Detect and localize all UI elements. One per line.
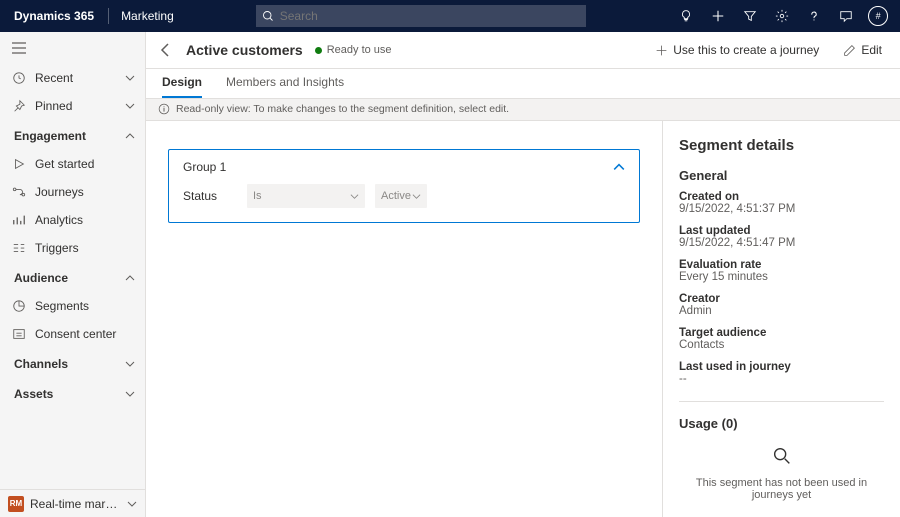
edit-button[interactable]: Edit — [837, 43, 888, 57]
sidebar-item-label: Recent — [35, 71, 116, 85]
designer-canvas: Group 1 Status Is Active — [146, 121, 662, 517]
sidebar-item-label: Get started — [35, 157, 135, 171]
field-creator: CreatorAdmin — [679, 293, 884, 317]
details-general-heading: General — [679, 168, 884, 183]
status-dot-icon — [315, 47, 322, 54]
group-card: Group 1 Status Is Active — [168, 149, 640, 223]
sidebar-item-get-started[interactable]: Get started — [0, 150, 145, 178]
search-icon — [262, 10, 274, 22]
chevron-down-icon — [125, 389, 135, 399]
sidebar-section-channels[interactable]: Channels — [0, 350, 145, 378]
tab-design[interactable]: Design — [162, 69, 202, 98]
status-badge: Ready to use — [315, 44, 392, 56]
chat-icon[interactable] — [830, 0, 862, 32]
sidebar-item-journeys[interactable]: Journeys — [0, 178, 145, 206]
usage-heading: Usage (0) — [679, 401, 884, 431]
triggers-icon — [12, 241, 26, 255]
analytics-icon — [12, 213, 26, 227]
lightbulb-icon[interactable] — [670, 0, 702, 32]
gear-icon[interactable] — [766, 0, 798, 32]
info-icon — [158, 103, 170, 115]
group-label: Group 1 — [183, 160, 613, 174]
chevron-down-icon — [125, 359, 135, 369]
sidebar-item-label: Journeys — [35, 185, 135, 199]
play-icon — [12, 157, 26, 171]
sidebar-item-consent-center[interactable]: Consent center — [0, 320, 145, 348]
chevron-up-icon — [125, 131, 135, 141]
chevron-down-icon — [412, 192, 421, 201]
sidebar-item-label: Consent center — [35, 327, 135, 341]
topbar-actions: # — [670, 0, 894, 32]
chevron-down-icon — [125, 73, 135, 83]
segments-icon — [12, 299, 26, 313]
profile-avatar[interactable]: # — [862, 0, 894, 32]
search-input[interactable] — [280, 9, 580, 23]
infobar-text: Read-only view: To make changes to the s… — [176, 103, 509, 115]
operator-dropdown[interactable]: Is — [247, 184, 365, 208]
journey-icon — [12, 185, 26, 199]
value-dropdown[interactable]: Active — [375, 184, 427, 208]
page-title: Active customers — [186, 42, 303, 58]
back-button[interactable] — [158, 42, 174, 58]
sidebar-section-engagement[interactable]: Engagement — [0, 122, 145, 150]
field-created-on: Created on9/15/2022, 4:51:37 PM — [679, 191, 884, 215]
field-last-used: Last used in journey-- — [679, 361, 884, 385]
usage-empty-state: This segment has not been used in journe… — [679, 445, 884, 501]
topbar: Dynamics 365 Marketing # — [0, 0, 900, 32]
sidebar-item-analytics[interactable]: Analytics — [0, 206, 145, 234]
field-target-audience: Target audienceContacts — [679, 327, 884, 351]
sidebar-item-label: Triggers — [35, 241, 135, 255]
area-switcher[interactable]: RM Real-time marketi... — [0, 489, 145, 517]
clock-icon — [12, 71, 26, 85]
tabs: Design Members and Insights — [146, 69, 900, 99]
chevron-down-icon — [125, 101, 135, 111]
sidebar-item-recent[interactable]: Recent — [0, 64, 145, 92]
pencil-icon — [843, 44, 856, 57]
hamburger-icon[interactable] — [0, 32, 145, 64]
global-search[interactable] — [256, 5, 586, 27]
chevron-down-icon — [127, 499, 137, 509]
area-badge: RM — [8, 496, 24, 512]
chevron-down-icon — [350, 192, 359, 201]
condition-attribute: Status — [183, 189, 237, 203]
sidebar-section-assets[interactable]: Assets — [0, 380, 145, 408]
area-label: Real-time marketi... — [30, 497, 121, 511]
page-header: Active customers Ready to use Use this t… — [146, 32, 900, 69]
plus-icon — [655, 44, 668, 57]
condition-row: Status Is Active — [183, 184, 625, 208]
app-area[interactable]: Marketing — [109, 9, 186, 23]
details-title: Segment details — [679, 137, 884, 154]
plus-icon[interactable] — [702, 0, 734, 32]
sidebar-item-triggers[interactable]: Triggers — [0, 234, 145, 262]
sidebar-item-label: Segments — [35, 299, 135, 313]
sidebar-item-label: Pinned — [35, 99, 116, 113]
create-journey-button[interactable]: Use this to create a journey — [649, 43, 825, 57]
sidebar-item-label: Analytics — [35, 213, 135, 227]
help-icon[interactable] — [798, 0, 830, 32]
sidebar-item-segments[interactable]: Segments — [0, 292, 145, 320]
sidebar: Recent Pinned Engagement Get started Jou… — [0, 32, 146, 517]
details-panel: Segment details General Created on9/15/2… — [662, 121, 900, 517]
search-icon — [679, 445, 884, 467]
sidebar-section-audience[interactable]: Audience — [0, 264, 145, 292]
infobar: Read-only view: To make changes to the s… — [146, 99, 900, 121]
tab-members[interactable]: Members and Insights — [226, 69, 344, 98]
brand[interactable]: Dynamics 365 — [0, 9, 108, 23]
chevron-up-icon — [125, 273, 135, 283]
collapse-group-button[interactable] — [613, 161, 625, 173]
sidebar-item-pinned[interactable]: Pinned — [0, 92, 145, 120]
pin-icon — [12, 99, 26, 113]
field-evaluation-rate: Evaluation rateEvery 15 minutes — [679, 259, 884, 283]
field-last-updated: Last updated9/15/2022, 4:51:47 PM — [679, 225, 884, 249]
filter-icon[interactable] — [734, 0, 766, 32]
consent-icon — [12, 327, 26, 341]
